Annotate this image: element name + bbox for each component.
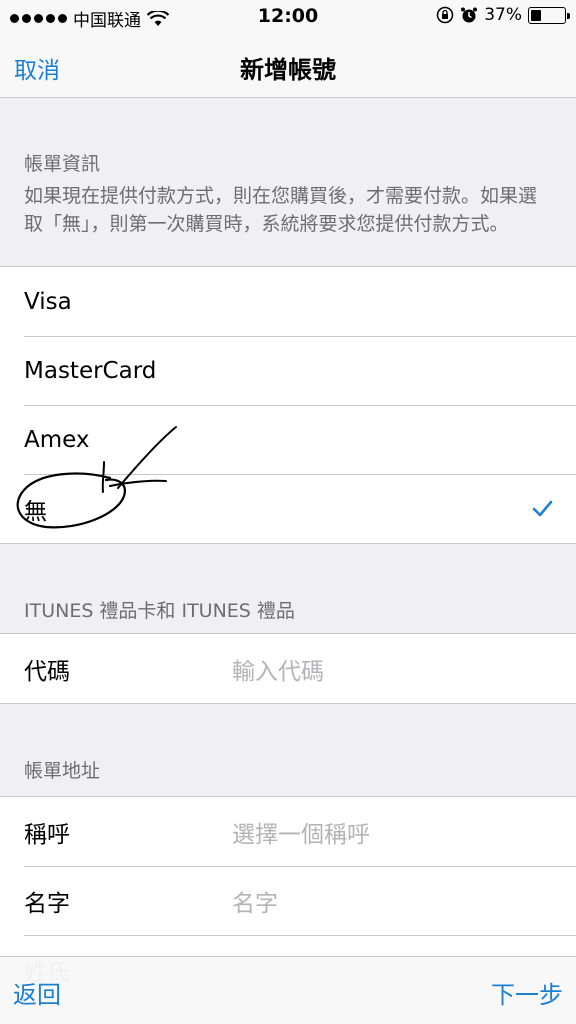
billing-info-description: 如果現在提供付款方式，則在您購買後，才需要付款。如果選取「無」，則第一次購買時，… bbox=[24, 185, 538, 235]
payment-option-none[interactable]: 無 bbox=[0, 474, 576, 543]
itunes-header: ITUNES 禮品卡和 ITUNES 禮品 bbox=[24, 600, 295, 622]
billing-info-title: 帳單資訊 bbox=[24, 153, 101, 175]
back-button[interactable]: 返回 bbox=[13, 975, 61, 1010]
salutation-label: 稱呼 bbox=[24, 821, 70, 848]
billing-info-header: 帳單資訊 如果現在提供付款方式，則在您購買後，才需要付款。如果選取「無」，則第一… bbox=[0, 99, 576, 266]
battery-percent: 37% bbox=[484, 5, 522, 25]
payment-option-label: 無 bbox=[24, 498, 47, 525]
orientation-lock-icon bbox=[436, 6, 454, 24]
checkmark-icon bbox=[532, 500, 553, 517]
first-name-label: 名字 bbox=[24, 890, 70, 917]
payment-option-amex[interactable]: Amex bbox=[0, 405, 576, 474]
first-name-input[interactable]: 名字 bbox=[232, 884, 278, 918]
code-label: 代碼 bbox=[24, 658, 70, 685]
status-bar: 中国联通 12:00 37% bbox=[0, 0, 576, 34]
payment-option-label: Visa bbox=[24, 288, 72, 315]
salutation-row[interactable]: 稱呼 選擇一個稱呼 bbox=[0, 797, 576, 866]
next-button[interactable]: 下一步 bbox=[491, 975, 563, 1010]
itunes-code-group: 代碼 輸入代碼 bbox=[0, 633, 576, 704]
payment-option-mastercard[interactable]: MasterCard bbox=[0, 336, 576, 405]
alarm-icon bbox=[461, 7, 478, 23]
billing-address-header: 帳單地址 bbox=[24, 760, 101, 782]
itunes-code-row[interactable]: 代碼 輸入代碼 bbox=[0, 634, 576, 703]
first-name-row[interactable]: 名字 名字 bbox=[0, 866, 576, 935]
status-right: 37% bbox=[436, 5, 570, 25]
payment-method-list: Visa MasterCard Amex 無 bbox=[0, 266, 576, 544]
salutation-picker[interactable]: 選擇一個稱呼 bbox=[232, 815, 370, 849]
payment-option-visa[interactable]: Visa bbox=[0, 267, 576, 336]
payment-option-label: MasterCard bbox=[24, 357, 157, 384]
content: 帳單資訊 如果現在提供付款方式，則在您購買後，才需要付款。如果選取「無」，則第一… bbox=[0, 99, 576, 1005]
code-input[interactable]: 輸入代碼 bbox=[232, 652, 324, 686]
bottom-toolbar: 返回 下一步 bbox=[0, 956, 576, 1024]
battery-icon bbox=[528, 6, 570, 24]
page-title: 新增帳號 bbox=[240, 56, 336, 84]
nav-bar: 取消 新增帳號 bbox=[0, 34, 576, 98]
payment-option-label: Amex bbox=[24, 426, 90, 453]
